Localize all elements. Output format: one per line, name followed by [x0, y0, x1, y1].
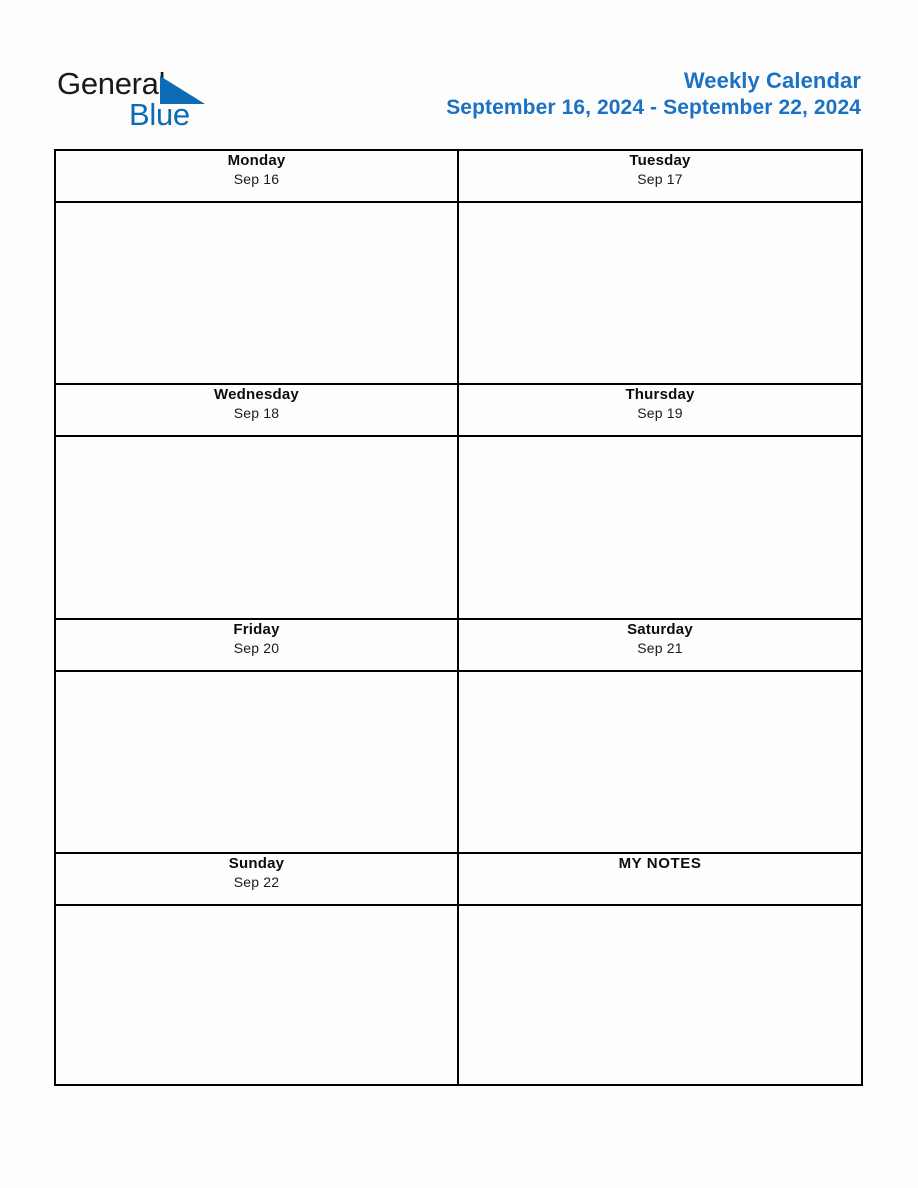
day-content-wednesday[interactable] [54, 435, 459, 620]
day-name-label: Friday [233, 621, 280, 638]
day-content-area[interactable] [459, 203, 861, 383]
day-content-friday[interactable] [54, 670, 459, 854]
day-content-area[interactable] [56, 203, 457, 383]
header-row: Sunday Sep 22 MY NOTES [54, 852, 863, 906]
day-date-label: Sep 17 [637, 171, 683, 187]
day-content-thursday[interactable] [457, 435, 863, 620]
content-row [54, 435, 863, 620]
notes-content[interactable] [457, 904, 863, 1086]
logo-text-blue: Blue [129, 97, 190, 132]
day-header-thursday[interactable]: Thursday Sep 19 [457, 383, 863, 437]
day-date-label: Sep 19 [637, 405, 683, 421]
notes-content-area[interactable] [459, 906, 861, 1084]
day-content-sunday[interactable] [54, 904, 459, 1086]
day-content-area[interactable] [56, 906, 457, 1084]
day-content-area[interactable] [459, 672, 861, 852]
day-header-tuesday[interactable]: Tuesday Sep 17 [457, 149, 863, 203]
weekly-calendar-page: General Blue Weekly Calendar September 1… [0, 0, 918, 1188]
day-date-label: Sep 22 [233, 874, 280, 890]
day-content-saturday[interactable] [457, 670, 863, 854]
day-date-label: Sep 16 [233, 171, 280, 187]
day-name-label: Sunday [228, 855, 285, 872]
day-date-label: Sep 18 [233, 405, 280, 421]
day-header-monday[interactable]: Monday Sep 16 [54, 149, 459, 203]
day-name-label: Tuesday [629, 152, 691, 169]
day-content-area[interactable] [56, 672, 457, 852]
day-header-sunday[interactable]: Sunday Sep 22 [54, 852, 459, 906]
day-date-label: Sep 21 [637, 640, 683, 656]
title-block: Weekly Calendar September 16, 2024 - Sep… [446, 68, 861, 121]
page-header: General Blue Weekly Calendar September 1… [0, 56, 918, 136]
day-content-area[interactable] [459, 437, 861, 618]
content-row [54, 670, 863, 854]
header-row: Wednesday Sep 18 Thursday Sep 19 [54, 383, 863, 437]
general-blue-logo: General Blue [57, 66, 257, 132]
notes-title-label: MY NOTES [618, 855, 702, 872]
notes-header[interactable]: MY NOTES [457, 852, 863, 906]
day-name-label: Wednesday [214, 386, 299, 403]
day-name-label: Thursday [625, 386, 695, 403]
day-name-label: Monday [227, 152, 286, 169]
content-row [54, 904, 863, 1086]
calendar-grid: Monday Sep 16 Tuesday Sep 17 Wednesday S… [54, 149, 863, 1086]
day-content-monday[interactable] [54, 201, 459, 385]
page-title: Weekly Calendar [683, 68, 861, 93]
header-row: Monday Sep 16 Tuesday Sep 17 [54, 149, 863, 203]
day-header-friday[interactable]: Friday Sep 20 [54, 618, 459, 672]
date-range-subtitle: September 16, 2024 - September 22, 2024 [446, 96, 861, 119]
day-content-area[interactable] [56, 437, 457, 618]
header-row: Friday Sep 20 Saturday Sep 21 [54, 618, 863, 672]
content-row [54, 201, 863, 385]
day-header-wednesday[interactable]: Wednesday Sep 18 [54, 383, 459, 437]
day-date-label: Sep 20 [233, 640, 280, 656]
day-content-tuesday[interactable] [457, 201, 863, 385]
day-header-saturday[interactable]: Saturday Sep 21 [457, 618, 863, 672]
day-name-label: Saturday [627, 621, 693, 638]
